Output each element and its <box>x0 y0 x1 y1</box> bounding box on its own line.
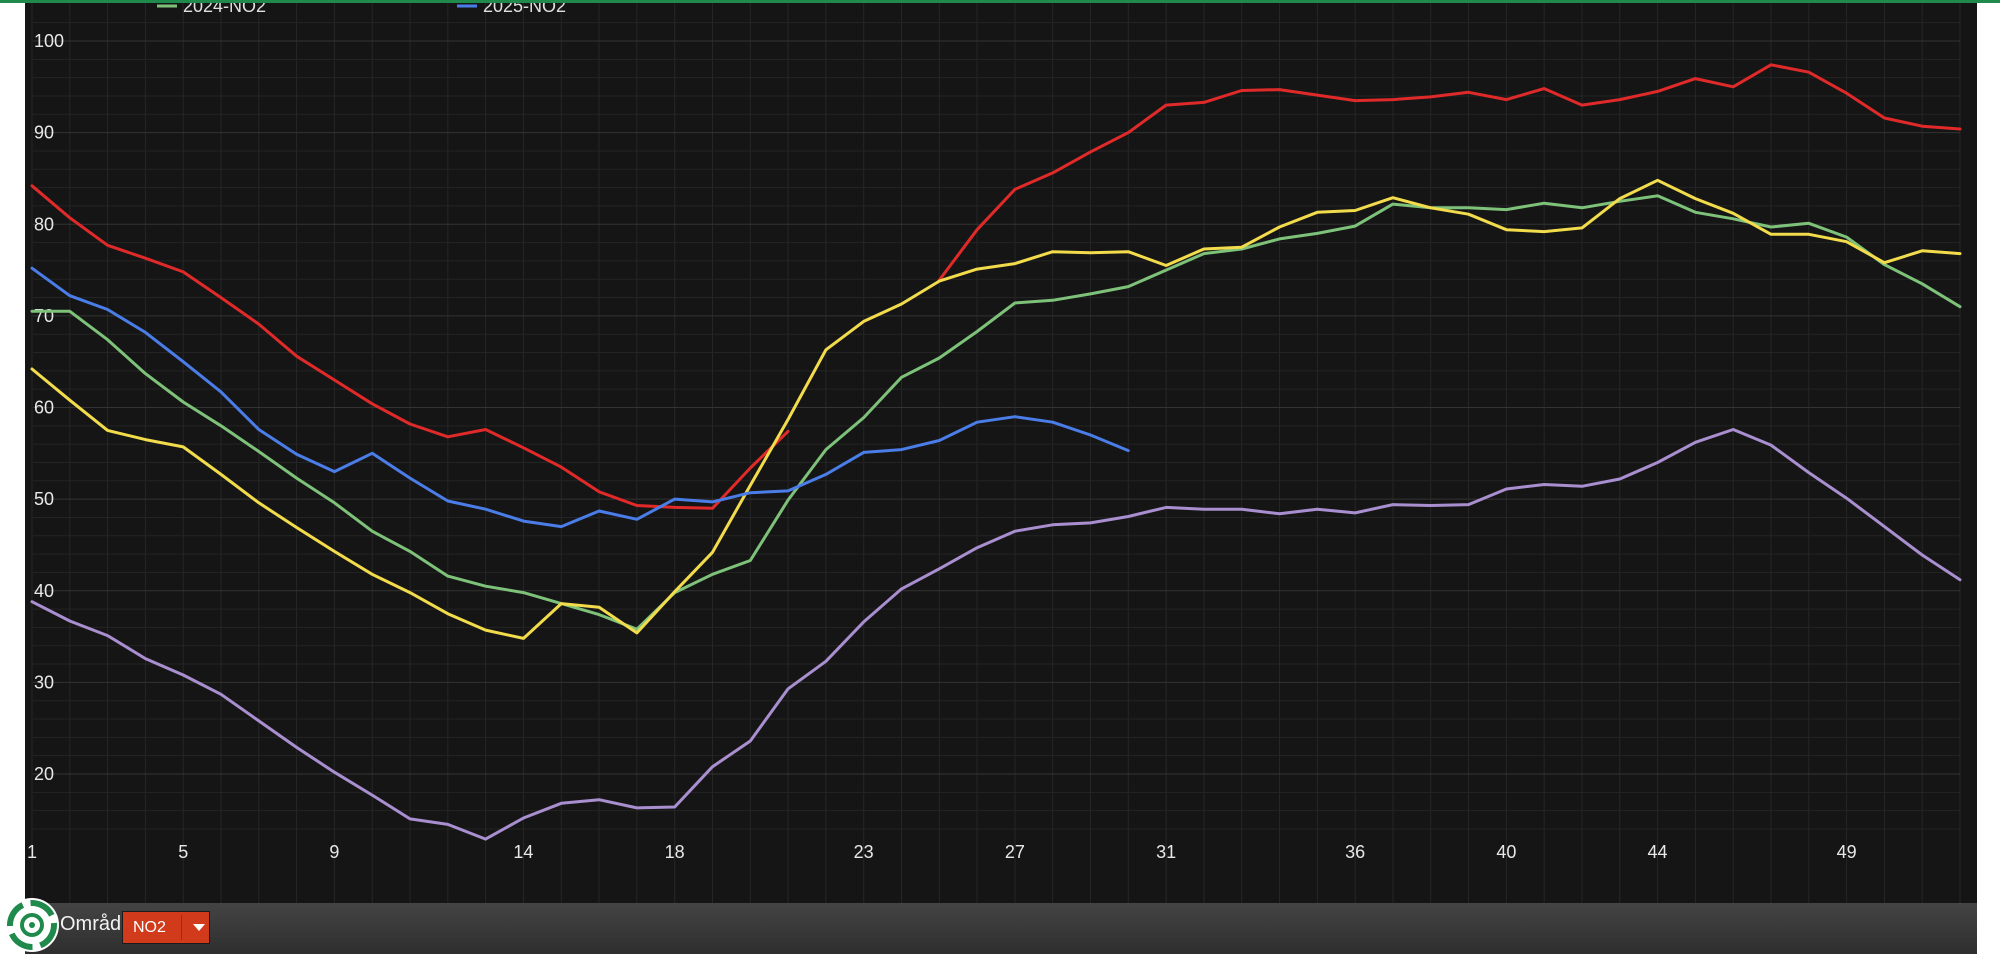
legend-label: 2024-NO2 <box>183 3 266 16</box>
x-tick-label: 44 <box>1648 842 1668 862</box>
recycle-logo-icon <box>5 898 59 952</box>
area-select[interactable]: NO2 <box>122 911 210 944</box>
x-tick-label: 18 <box>665 842 685 862</box>
x-tick-label: 14 <box>513 842 533 862</box>
y-tick-label: 20 <box>34 764 54 784</box>
x-tick-label: 27 <box>1005 842 1025 862</box>
y-tick-label: 50 <box>34 489 54 509</box>
y-tick-label: 90 <box>34 123 54 143</box>
chevron-down-icon[interactable] <box>193 924 205 931</box>
y-tick-label: 80 <box>34 214 54 234</box>
line-chart: 20 30 40 50 60 70 80 90 100 1 5 9 14 18 23 27 31 36 40 44 49… <box>27 3 1962 903</box>
y-tick-label: 30 <box>34 672 54 692</box>
x-tick-label: 23 <box>854 842 874 862</box>
x-tick-label: 1 <box>27 842 37 862</box>
x-tick-label: 31 <box>1156 842 1176 862</box>
x-tick-label: 36 <box>1345 842 1365 862</box>
area-select-divider <box>181 915 182 940</box>
series-line-3 <box>30 178 1962 640</box>
y-tick-label: 60 <box>34 398 54 418</box>
area-select-value: NO2 <box>133 918 166 936</box>
series-line-4 <box>30 266 1130 529</box>
bottom-toolbar <box>25 903 1977 954</box>
series-line-5 <box>30 428 1962 841</box>
y-tick-label: 40 <box>34 581 54 601</box>
series-line-1 <box>937 63 1962 282</box>
y-tick-label: 100 <box>34 31 64 51</box>
x-tick-label: 49 <box>1837 842 1857 862</box>
x-tick-label: 9 <box>329 842 339 862</box>
x-tick-label: 40 <box>1496 842 1516 862</box>
chart-panel: 20 30 40 50 60 70 80 90 100 1 5 9 14 18 23 27 31 36 40 44 49… <box>25 3 1977 903</box>
x-tick-label: 5 <box>178 842 188 862</box>
legend-label: 2025-NO2 <box>483 3 566 16</box>
y-tick-label: 70 <box>34 306 54 326</box>
